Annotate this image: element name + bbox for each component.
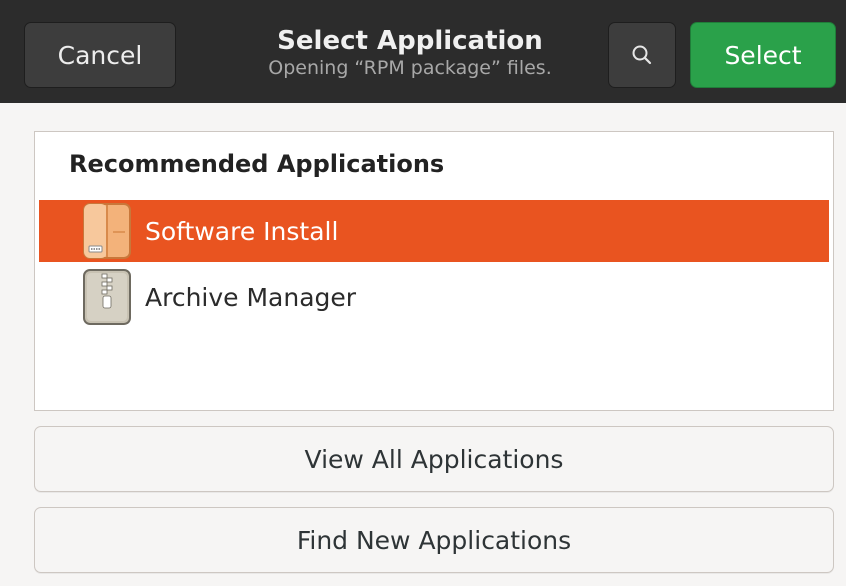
list-heading: Recommended Applications — [69, 150, 445, 178]
select-button[interactable]: Select — [690, 22, 836, 88]
header-bar: Cancel Select Application Opening “RPM p… — [0, 0, 846, 103]
application-list: Recommended Applications Software Instal… — [34, 131, 834, 411]
find-new-applications-button[interactable]: Find New Applications — [34, 507, 834, 573]
package-icon — [81, 202, 133, 260]
app-label: Archive Manager — [145, 282, 357, 312]
list-item-software-install[interactable]: Software Install — [39, 200, 829, 262]
dialog-title: Select Application — [277, 26, 543, 56]
dialog-subtitle: Opening “RPM package” files. — [268, 57, 552, 79]
select-application-dialog: Cancel Select Application Opening “RPM p… — [0, 0, 846, 586]
cancel-button[interactable]: Cancel — [24, 22, 176, 88]
app-label: Software Install — [145, 216, 339, 246]
view-all-applications-button[interactable]: View All Applications — [34, 426, 834, 492]
search-icon — [632, 45, 652, 65]
list-item-archive-manager[interactable]: Archive Manager — [39, 266, 829, 328]
title-block: Select Application Opening “RPM package”… — [230, 26, 590, 80]
search-button[interactable] — [608, 22, 676, 88]
archive-icon — [81, 268, 133, 326]
